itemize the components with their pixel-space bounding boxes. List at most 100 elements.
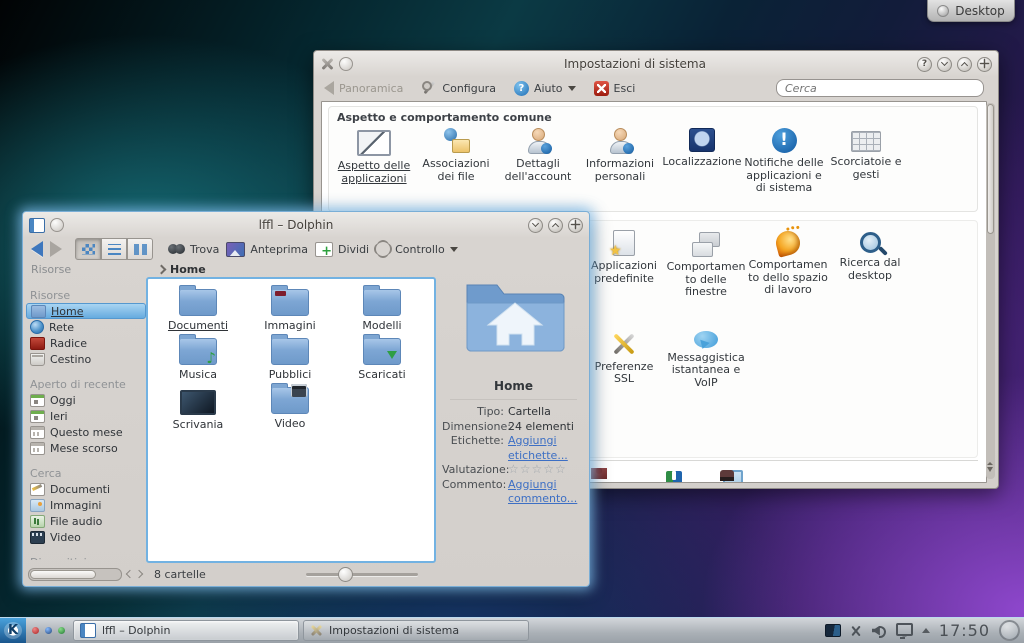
info-row-value[interactable]: 24 elementi <box>508 420 585 435</box>
sidebar-item[interactable]: Home <box>26 303 146 319</box>
folder-item[interactable]: Musica <box>152 336 244 384</box>
folder-item[interactable]: Pubblici <box>244 336 336 384</box>
sidebar-item[interactable]: File audio <box>26 513 146 529</box>
sidebar-item[interactable]: Cestino <box>26 351 146 367</box>
network-icon[interactable] <box>896 623 913 636</box>
settings-category[interactable]: Preferenze SSL <box>583 329 665 390</box>
settings-category[interactable] <box>591 468 607 483</box>
folder-item[interactable]: Scrivania <box>152 385 244 433</box>
settings-category[interactable]: Ricerca dal desktop <box>829 229 911 299</box>
folder-count: 8 cartelle <box>154 568 206 581</box>
window-maximize-button[interactable] <box>957 57 972 72</box>
folder-item[interactable]: Immagini <box>244 287 336 335</box>
settings-category[interactable]: Scorciatoie e gesti <box>825 126 907 195</box>
settings-category[interactable]: Applicazioni predefinite <box>583 229 665 299</box>
scrollbar-thumb[interactable] <box>30 570 96 579</box>
sidebar-item[interactable]: Immagini <box>26 497 146 513</box>
sidebar-item[interactable]: Ieri <box>26 408 146 424</box>
scroll-up-icon[interactable] <box>987 459 993 465</box>
klipper-scissors-icon[interactable] <box>850 625 863 637</box>
sidebar-item[interactable]: Questo mese <box>26 424 146 440</box>
settings-category[interactable]: Messaggistica istantanea e VoIP <box>665 329 747 390</box>
slider-handle[interactable] <box>338 567 353 582</box>
info-row-value[interactable]: ☆☆☆☆☆ <box>508 463 585 478</box>
breadcrumb[interactable]: Home <box>152 263 206 276</box>
settings-category[interactable] <box>639 468 655 483</box>
window-close-button[interactable] <box>568 218 583 233</box>
configure-button[interactable]: Configura <box>421 80 496 96</box>
settings-category[interactable]: Associazioni dei file <box>415 126 497 195</box>
volume-icon[interactable] <box>872 625 887 637</box>
quit-button[interactable]: Esci <box>594 81 636 96</box>
settings-toolbar: Panoramica Configura ? Aiuto Esci <box>314 75 998 101</box>
settings-category[interactable]: Notifiche delle applicazioni e di sistem… <box>743 126 825 195</box>
help-button[interactable]: ? Aiuto <box>514 81 576 96</box>
split-button[interactable]: Dividi <box>315 242 369 257</box>
sidebar-item[interactable]: Video <box>26 529 146 545</box>
info-row-value[interactable]: Aggiungi commento... <box>508 478 585 507</box>
sidebar-item[interactable]: Oggi <box>26 392 146 408</box>
sidebar-item[interactable]: Radice <box>26 335 146 351</box>
zoom-slider[interactable] <box>306 567 418 581</box>
folder-item[interactable]: Scaricati <box>336 336 428 384</box>
overview-button[interactable]: Panoramica <box>324 81 403 95</box>
desktop-toolbox-button[interactable]: Desktop <box>927 0 1015 22</box>
accessibility-icon <box>591 468 607 483</box>
sidebar-item[interactable]: Mese scorso <box>26 440 146 456</box>
pager-dot-icon[interactable] <box>45 627 52 634</box>
settings-category[interactable] <box>623 468 639 483</box>
folder-item[interactable]: Documenti <box>152 287 244 335</box>
scroll-left-icon[interactable] <box>126 570 134 578</box>
settings-category[interactable]: Comportamento dello spazio di lavoro <box>747 229 829 299</box>
preview-button[interactable]: Anteprima <box>226 242 308 257</box>
window-maximize-button[interactable] <box>548 218 563 233</box>
settings-category[interactable]: Dettagli dell'account <box>497 126 579 195</box>
pager-dot-icon[interactable] <box>58 627 65 634</box>
folder-image-icon <box>271 289 309 316</box>
panel-cashew-icon[interactable] <box>999 620 1020 641</box>
view-details-button[interactable] <box>101 238 127 260</box>
window-close-button[interactable] <box>977 57 992 72</box>
folder-item[interactable]: Modelli <box>336 287 428 335</box>
scroll-right-icon[interactable] <box>135 570 143 578</box>
dolphin-titlebar[interactable]: lffl – Dolphin <box>23 212 589 236</box>
breadcrumb-home[interactable]: Home <box>170 263 206 276</box>
window-minimize-button[interactable] <box>528 218 543 233</box>
sidebar-item[interactable]: Rete <box>26 319 146 335</box>
kde-launcher-button[interactable]: K <box>0 618 26 643</box>
search-input[interactable] <box>776 79 984 97</box>
settings-category[interactable]: Comportamento delle finestre <box>665 229 747 299</box>
back-button[interactable] <box>31 241 43 257</box>
taskbar-task[interactable]: Impostazioni di sistema <box>303 620 529 641</box>
scrollbar-thumb[interactable] <box>987 104 994 234</box>
slider-track[interactable] <box>306 573 418 576</box>
settings-menu-button[interactable] <box>339 57 353 71</box>
tray-expand-icon[interactable] <box>922 624 930 633</box>
sidebar-item[interactable]: Documenti <box>26 481 146 497</box>
info-row-value[interactable]: Cartella <box>508 405 585 420</box>
taskbar-task[interactable]: lffl – Dolphin <box>73 620 299 641</box>
horizontal-scrollbar[interactable] <box>28 568 122 581</box>
settings-category[interactable]: Localizzazione <box>661 126 743 195</box>
scroll-down-icon[interactable] <box>987 467 993 475</box>
pager-dot-icon[interactable] <box>32 627 39 634</box>
control-button[interactable]: Controllo <box>376 242 458 256</box>
tray-window-icon[interactable] <box>825 624 841 637</box>
forward-button[interactable] <box>50 241 62 257</box>
settings-category[interactable]: Informazioni personali <box>579 126 661 195</box>
folder-item[interactable]: Video <box>244 385 336 433</box>
view-compact-button[interactable] <box>127 238 153 260</box>
settings-titlebar[interactable]: Impostazioni di sistema <box>314 51 998 75</box>
settings-category-row: Applicazioni predefinite Comportamento d… <box>579 229 977 299</box>
settings-scrollbar[interactable] <box>986 103 995 479</box>
dolphin-menu-button[interactable] <box>50 218 64 232</box>
folder-view[interactable]: Documenti Immagini Modelli Music <box>146 277 436 563</box>
window-minimize-button[interactable] <box>937 57 952 72</box>
settings-category[interactable]: Aspetto delle applicazioni <box>333 126 415 195</box>
find-button[interactable]: Trova <box>168 243 219 256</box>
window-help-button[interactable] <box>917 57 932 72</box>
clock[interactable]: 17:50 <box>939 621 990 640</box>
info-row-value[interactable]: Aggiungi etichette... <box>508 434 585 463</box>
settings-category[interactable] <box>607 468 623 483</box>
view-icons-button[interactable] <box>75 238 101 260</box>
